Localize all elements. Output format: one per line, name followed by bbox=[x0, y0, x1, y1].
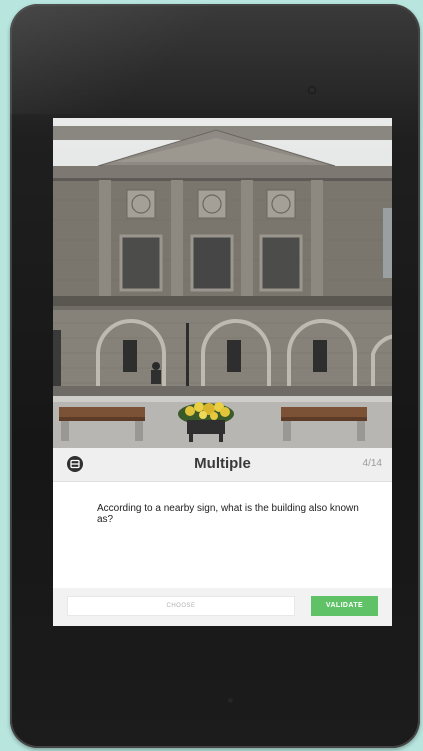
bezel-gloss bbox=[10, 4, 210, 114]
validate-button[interactable]: VALIDATE bbox=[311, 596, 378, 616]
choose-answer-button[interactable]: CHOOSE bbox=[67, 596, 295, 616]
answer-footer: CHOOSE VALIDATE bbox=[53, 588, 392, 626]
app-screen: Multiple 4/14 According to a nearby sign… bbox=[53, 118, 392, 626]
question-counter: 4/14 bbox=[362, 458, 382, 469]
question-text: According to a nearby sign, what is the … bbox=[97, 503, 359, 525]
bottom-sensor bbox=[228, 698, 233, 703]
question-header: Multiple 4/14 bbox=[53, 448, 392, 482]
front-camera bbox=[308, 86, 316, 94]
building-photo bbox=[53, 118, 392, 448]
question-type-title: Multiple bbox=[194, 455, 251, 472]
